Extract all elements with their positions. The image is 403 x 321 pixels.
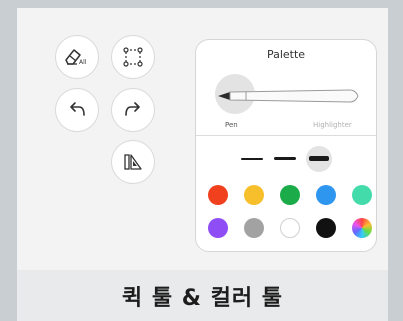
redo-icon [125, 102, 140, 116]
color-swatch-8[interactable] [280, 218, 300, 238]
eraser-all-button[interactable]: All [55, 35, 99, 79]
selection-icon [123, 47, 143, 67]
color-swatch-9[interactable] [316, 218, 336, 238]
color-swatch-6[interactable] [208, 218, 228, 238]
color-swatch-1[interactable] [208, 185, 228, 205]
pen-type-selector: Pen Highlighter [196, 66, 376, 134]
color-swatch-5[interactable] [352, 185, 372, 205]
redo-button[interactable] [111, 88, 155, 132]
eraser-all-label: All [79, 59, 87, 66]
caption-title: 퀵 툴 & 컬러 툴 [121, 285, 284, 311]
palette-title: Palette [266, 48, 306, 61]
pen-label: Pen [225, 121, 238, 129]
color-swatch-3[interactable] [280, 185, 300, 205]
color-swatch-2[interactable] [244, 185, 264, 205]
highlighter-label[interactable]: Highlighter [313, 121, 352, 129]
color-swatch-4[interactable] [316, 185, 336, 205]
color-palette-panel: Palette Pen Highlighter [195, 39, 377, 252]
palette-divider [196, 135, 376, 136]
ruler-icon [124, 154, 142, 170]
thickness-medium[interactable] [274, 157, 296, 160]
color-swatch-7[interactable] [244, 218, 264, 238]
undo-icon [70, 102, 85, 116]
quick-tool-card: All Palette Pen Highlighter [17, 8, 388, 270]
custom-color-swatch[interactable] [352, 218, 372, 238]
thickness-thick[interactable] [309, 156, 329, 161]
undo-button[interactable] [55, 88, 99, 132]
thickness-selector [196, 144, 376, 174]
caption-bar: 퀵 툴 & 컬러 툴 [17, 270, 388, 321]
lasso-select-button[interactable] [111, 35, 155, 79]
eraser-icon: All [65, 49, 87, 66]
thickness-thin[interactable] [241, 158, 263, 160]
ruler-button[interactable] [111, 140, 155, 184]
pen-icon[interactable] [216, 86, 361, 106]
